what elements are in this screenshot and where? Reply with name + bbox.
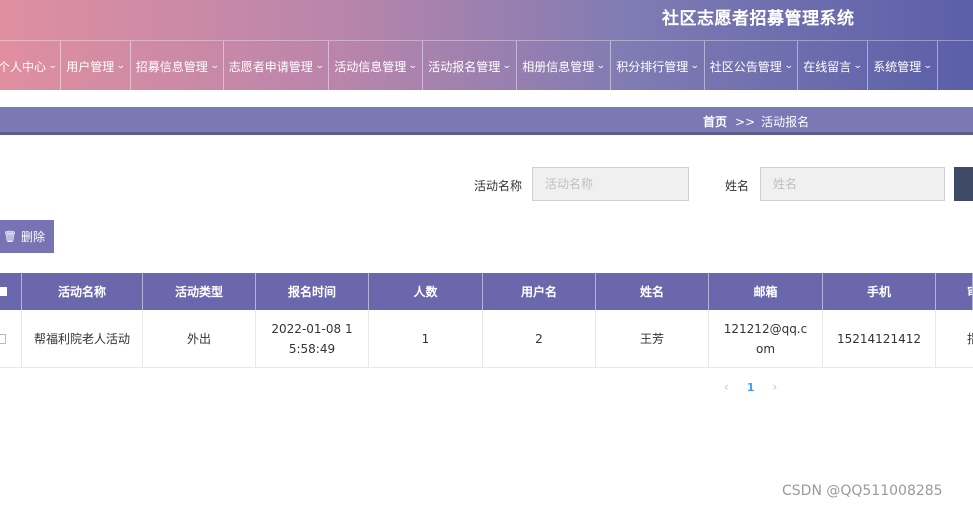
column-header[interactable]: 手机 [823, 273, 936, 310]
chevron-down-icon: ⌄ [47, 61, 58, 71]
next-page-button[interactable]: › [772, 380, 777, 394]
top-nav: 个人中心 ⌄ 用户管理 ⌄ 招募信息管理 ⌄ 志愿者申请管理 ⌄ 活动信息管理 ⌄ 活动报… [0, 40, 973, 91]
signup-table: 活动名称 活动类型 报名时间 人数 用户名 姓名 邮箱 手机 审 帮福利院老人活… [0, 273, 973, 368]
cell-activity-name: 帮福利院老人活动 [22, 310, 143, 368]
nav-item-activity-signup[interactable]: 活动报名管理 ⌄ [423, 41, 517, 91]
chevron-down-icon: ⌄ [502, 61, 512, 71]
nav-item-user-management[interactable]: 用户管理 ⌄ [61, 41, 131, 91]
activity-name-input[interactable] [532, 167, 689, 201]
nav-label: 社区公告管理 [709, 59, 782, 74]
nav-item-volunteer-application[interactable]: 志愿者申请管理 ⌄ [224, 41, 329, 91]
column-header[interactable]: 用户名 [483, 273, 596, 310]
delete-label: 删除 [20, 230, 45, 244]
nav-label: 活动报名管理 [428, 59, 501, 74]
nav-label: 个人中心 [0, 59, 47, 74]
name-label: 姓名 [725, 179, 750, 193]
chevron-down-icon: ⌄ [408, 61, 418, 71]
breadcrumb-separator: >> [735, 115, 756, 129]
table-header-row: 活动名称 活动类型 报名时间 人数 用户名 姓名 邮箱 手机 审 [0, 273, 973, 310]
column-header[interactable]: 活动名称 [22, 273, 143, 310]
nav-item-online-message[interactable]: 在线留言 ⌄ [798, 41, 868, 91]
breadcrumb-home[interactable]: 首页 [703, 115, 727, 129]
nav-item-album-info[interactable]: 相册信息管理 ⌄ [517, 41, 611, 91]
breadcrumb-current: 活动报名 [761, 115, 810, 129]
nav-label: 招募信息管理 [135, 59, 208, 74]
search-button[interactable] [954, 167, 973, 201]
column-header[interactable]: 活动类型 [143, 273, 256, 310]
nav-item-recruit-info[interactable]: 招募信息管理 ⌄ [131, 41, 224, 91]
chevron-down-icon: ⌄ [314, 61, 325, 71]
cell-email: 121212@qq.com [709, 310, 823, 368]
column-header[interactable]: 姓名 [596, 273, 709, 310]
cell-count: 1 [369, 310, 483, 368]
chevron-down-icon: ⌄ [116, 61, 126, 71]
name-input[interactable] [760, 167, 945, 201]
chevron-down-icon: ⌄ [783, 61, 794, 71]
table-row: 帮福利院老人活动 外出 2022-01-08 15:58:49 1 2 王芳 1… [0, 310, 973, 368]
system-title: 社区志愿者招募管理系统 [662, 9, 855, 29]
delete-button[interactable]: 🗑 删除 [0, 220, 54, 253]
pagination: ‹ 1 › [724, 380, 777, 394]
column-header[interactable]: 报名时间 [256, 273, 369, 310]
nav-label: 系统管理 [873, 59, 922, 74]
header-checkbox-cell [0, 273, 22, 310]
cell-signup-time: 2022-01-08 15:58:49 [256, 310, 369, 368]
activity-name-label: 活动名称 [474, 179, 523, 193]
trash-icon: 🗑 [3, 230, 17, 243]
column-header[interactable]: 人数 [369, 273, 483, 310]
cell-activity-type: 外出 [143, 310, 256, 368]
column-header[interactable]: 审 [936, 273, 973, 310]
cell-phone: 15214121412 [823, 310, 936, 368]
chevron-down-icon: ⌄ [853, 61, 863, 71]
chevron-down-icon: ⌄ [690, 61, 700, 71]
nav-label: 用户管理 [66, 59, 115, 74]
select-all-checkbox[interactable] [0, 287, 7, 296]
nav-item-personal-center[interactable]: 个人中心 ⌄ [0, 41, 61, 91]
cell-username: 2 [483, 310, 596, 368]
cell-name: 王芳 [596, 310, 709, 368]
nav-item-points-ranking[interactable]: 积分排行管理 ⌄ [611, 41, 705, 91]
page-number-current[interactable]: 1 [747, 381, 755, 394]
nav-label: 在线留言 [803, 59, 852, 74]
title-bar: 社区志愿者招募管理系统 [0, 0, 973, 38]
nav-label: 活动信息管理 [334, 59, 407, 74]
nav-label: 积分排行管理 [616, 59, 689, 74]
chevron-down-icon: ⌄ [596, 61, 606, 71]
chevron-down-icon: ⌄ [209, 61, 220, 71]
row-checkbox[interactable] [0, 333, 6, 344]
nav-label: 志愿者申请管理 [228, 59, 313, 74]
cell-review: 指 [936, 310, 973, 368]
nav-label: 相册信息管理 [522, 59, 595, 74]
row-checkbox-cell [0, 310, 22, 368]
breadcrumb-bar: 首页 >> 活动报名 [0, 107, 973, 135]
breadcrumb: 首页 >> 活动报名 [703, 113, 809, 130]
column-header[interactable]: 邮箱 [709, 273, 823, 310]
header: 社区志愿者招募管理系统 个人中心 ⌄ 用户管理 ⌄ 招募信息管理 ⌄ 志愿者申请管理 ⌄… [0, 0, 973, 91]
watermark-text: CSDN @QQ511008285 [782, 483, 943, 499]
nav-item-activity-info[interactable]: 活动信息管理 ⌄ [329, 41, 423, 91]
prev-page-button[interactable]: ‹ [724, 380, 729, 394]
nav-item-system-management[interactable]: 系统管理 ⌄ [868, 41, 938, 91]
app-root: 社区志愿者招募管理系统 个人中心 ⌄ 用户管理 ⌄ 招募信息管理 ⌄ 志愿者申请管理 ⌄… [0, 0, 973, 509]
nav-item-community-notice[interactable]: 社区公告管理 ⌄ [705, 41, 798, 91]
chevron-down-icon: ⌄ [923, 61, 933, 71]
